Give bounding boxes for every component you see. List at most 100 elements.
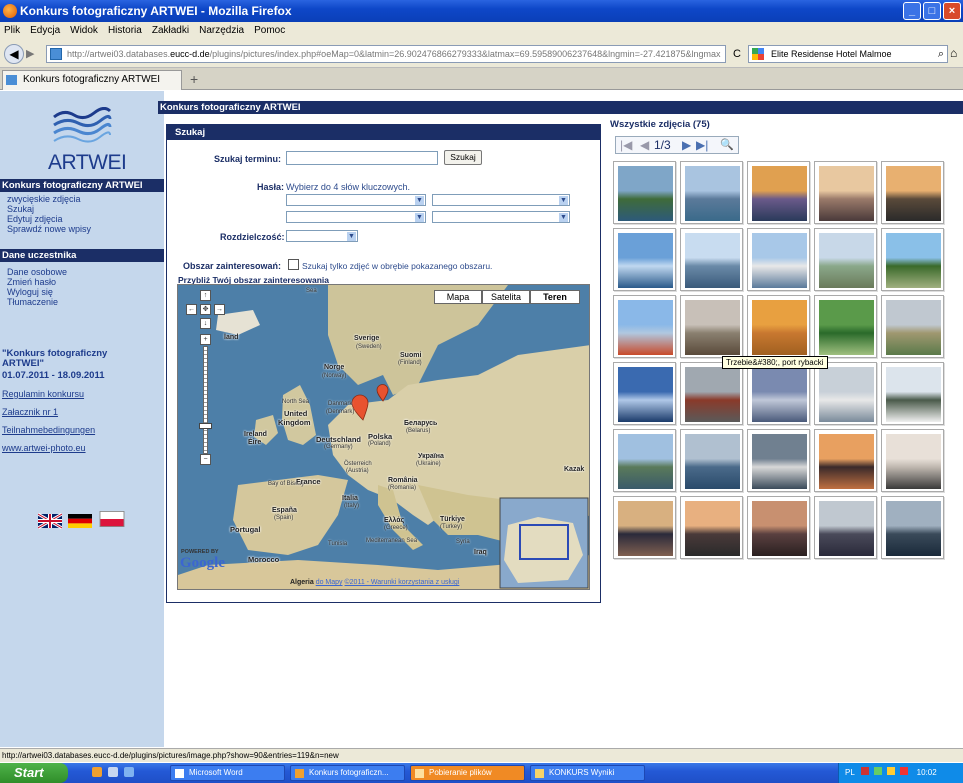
zoom-slider-handle[interactable] xyxy=(199,423,212,429)
thumbnail-18[interactable] xyxy=(747,362,810,425)
zoom-out-button[interactable]: − xyxy=(200,454,211,465)
flag-de-icon[interactable] xyxy=(68,513,92,529)
google-logo[interactable]: Google xyxy=(180,555,225,572)
tray-shield-icon[interactable] xyxy=(860,767,869,775)
menu-narzedzia[interactable]: Narzędzia xyxy=(199,22,244,40)
area-checkbox[interactable] xyxy=(288,259,299,270)
magnifier-icon[interactable]: ⌕ xyxy=(938,46,944,62)
home-button[interactable]: ⌂ xyxy=(950,46,957,60)
thumbnail-16[interactable] xyxy=(613,362,676,425)
thumbnail-3[interactable] xyxy=(747,161,810,224)
thumbnail-26[interactable] xyxy=(613,496,676,559)
thumbnail-9[interactable] xyxy=(814,228,877,291)
resolution-select[interactable]: ▼ xyxy=(286,230,358,242)
zoom-icon[interactable]: 🔍 xyxy=(720,137,734,153)
new-tab-button[interactable]: + xyxy=(190,71,198,87)
thumbnail-8[interactable] xyxy=(747,228,810,291)
pan-down-button[interactable]: ↓ xyxy=(200,318,211,329)
reload-button[interactable]: C xyxy=(730,45,744,63)
map-type-satelita[interactable]: Satelita xyxy=(482,290,530,304)
keyword-select-4[interactable]: ▼ xyxy=(432,211,570,223)
tray-volume-icon[interactable] xyxy=(887,767,896,775)
thumbnail-22[interactable] xyxy=(680,429,743,492)
thumbnail-14[interactable] xyxy=(814,295,877,358)
menu-plik[interactable]: Plik xyxy=(4,22,20,40)
pan-up-button[interactable]: ↑ xyxy=(200,290,211,301)
first-page-icon[interactable]: |◀ xyxy=(620,137,632,153)
thumbnail-10[interactable] xyxy=(881,228,944,291)
search-term-input[interactable] xyxy=(286,151,438,165)
forward-button[interactable]: ▶ xyxy=(26,47,34,60)
menu-widok[interactable]: Widok xyxy=(70,22,98,40)
sidebar-link-logout[interactable]: Wyloguj się xyxy=(7,287,53,297)
taskbar-item-downloads[interactable]: Pobieranie plików xyxy=(410,765,525,781)
tray-language[interactable]: PL xyxy=(845,768,855,777)
zoom-in-button[interactable]: + xyxy=(200,334,211,345)
thumbnail-15[interactable] xyxy=(881,295,944,358)
pan-center-button[interactable]: ✥ xyxy=(200,304,211,315)
map-widget[interactable]: Mapa Satelita Teren ↑ ← ✥ → ↓ + − Sea la… xyxy=(177,284,590,590)
link-regulations[interactable]: Regulamin konkursu xyxy=(2,389,84,399)
sidebar-link-edit-photos[interactable]: Edytuj zdjęcia xyxy=(7,214,63,224)
map-type-teren[interactable]: Teren xyxy=(530,290,580,304)
sidebar-link-change-password[interactable]: Zmień hasło xyxy=(7,277,56,287)
map-attribution-prefix[interactable]: do Mapy xyxy=(316,579,343,586)
thumbnail-5[interactable] xyxy=(881,161,944,224)
thumbnail-17[interactable] xyxy=(680,362,743,425)
thumbnail-13[interactable] xyxy=(747,295,810,358)
taskbar-item-firefox[interactable]: Konkurs fotograficzn... xyxy=(290,765,405,781)
thumbnail-12[interactable] xyxy=(680,295,743,358)
sidebar-link-search[interactable]: Szukaj xyxy=(7,204,34,214)
tray-network-icon[interactable] xyxy=(873,767,882,775)
minimize-button[interactable]: _ xyxy=(903,2,921,20)
keyword-select-2[interactable]: ▼ xyxy=(432,194,570,206)
thumbnail-28[interactable] xyxy=(747,496,810,559)
menu-zakladki[interactable]: Zakładki xyxy=(152,22,189,40)
taskbar-item-konkurs-folder[interactable]: KONKURS Wyniki xyxy=(530,765,645,781)
tray-app-icon[interactable] xyxy=(900,767,909,775)
sidebar-link-new-entries[interactable]: Sprawdź nowe wpisy xyxy=(7,224,91,234)
menu-pomoc[interactable]: Pomoc xyxy=(254,22,285,40)
sidebar-link-winners[interactable]: zwycięskie zdjęcia xyxy=(7,194,81,204)
thumbnail-27[interactable] xyxy=(680,496,743,559)
map-type-mapa[interactable]: Mapa xyxy=(434,290,482,304)
pan-right-button[interactable]: → xyxy=(214,304,225,315)
map-terms-link[interactable]: ©2011 - Warunki korzystania z usługi xyxy=(345,579,460,586)
thumbnail-1[interactable] xyxy=(613,161,676,224)
thumbnail-25[interactable] xyxy=(881,429,944,492)
pan-left-button[interactable]: ← xyxy=(186,304,197,315)
menu-historia[interactable]: Historia xyxy=(108,22,142,40)
tab-artwei[interactable]: Konkurs fotograficzny ARTWEI xyxy=(2,70,182,90)
thumbnail-11[interactable] xyxy=(613,295,676,358)
link-teilnahmebedingungen[interactable]: Teilnahmebedingungen xyxy=(2,425,95,435)
start-button[interactable]: Start xyxy=(0,763,68,783)
thumbnail-2[interactable] xyxy=(680,161,743,224)
quicklaunch-firefox-icon[interactable] xyxy=(92,767,102,777)
thumbnail-4[interactable] xyxy=(814,161,877,224)
zoom-slider-track[interactable] xyxy=(203,346,208,454)
sidebar-link-personal-data[interactable]: Dane osobowe xyxy=(7,267,67,277)
thumbnail-30[interactable] xyxy=(881,496,944,559)
keyword-select-3[interactable]: ▼ xyxy=(286,211,426,223)
thumbnail-6[interactable] xyxy=(613,228,676,291)
quicklaunch-desktop-icon[interactable] xyxy=(124,767,134,777)
quicklaunch-explorer-icon[interactable] xyxy=(108,767,118,777)
keyword-select-1[interactable]: ▼ xyxy=(286,194,426,206)
close-button[interactable]: × xyxy=(943,2,961,20)
last-page-icon[interactable]: ▶| xyxy=(696,137,708,153)
taskbar-item-word[interactable]: Microsoft Word xyxy=(170,765,285,781)
link-artwei-website[interactable]: www.artwei-photo.eu xyxy=(2,443,86,453)
thumbnail-24[interactable] xyxy=(814,429,877,492)
url-bar[interactable]: http://artwei03.databases.eucc-d.de/plug… xyxy=(46,45,726,63)
thumbnail-20[interactable] xyxy=(881,362,944,425)
search-box[interactable]: Elite Residense Hotel Malmoe ⌕ xyxy=(748,45,948,63)
thumbnail-7[interactable] xyxy=(680,228,743,291)
thumbnail-19[interactable] xyxy=(814,362,877,425)
flag-uk-icon[interactable] xyxy=(38,513,62,529)
menu-edycja[interactable]: Edycja xyxy=(30,22,60,40)
thumbnail-23[interactable] xyxy=(747,429,810,492)
prev-page-icon[interactable]: ◀ xyxy=(640,137,649,153)
back-button[interactable]: ◀ xyxy=(4,44,24,64)
next-page-icon[interactable]: ▶ xyxy=(682,137,691,153)
flag-pl-icon[interactable] xyxy=(98,511,126,527)
